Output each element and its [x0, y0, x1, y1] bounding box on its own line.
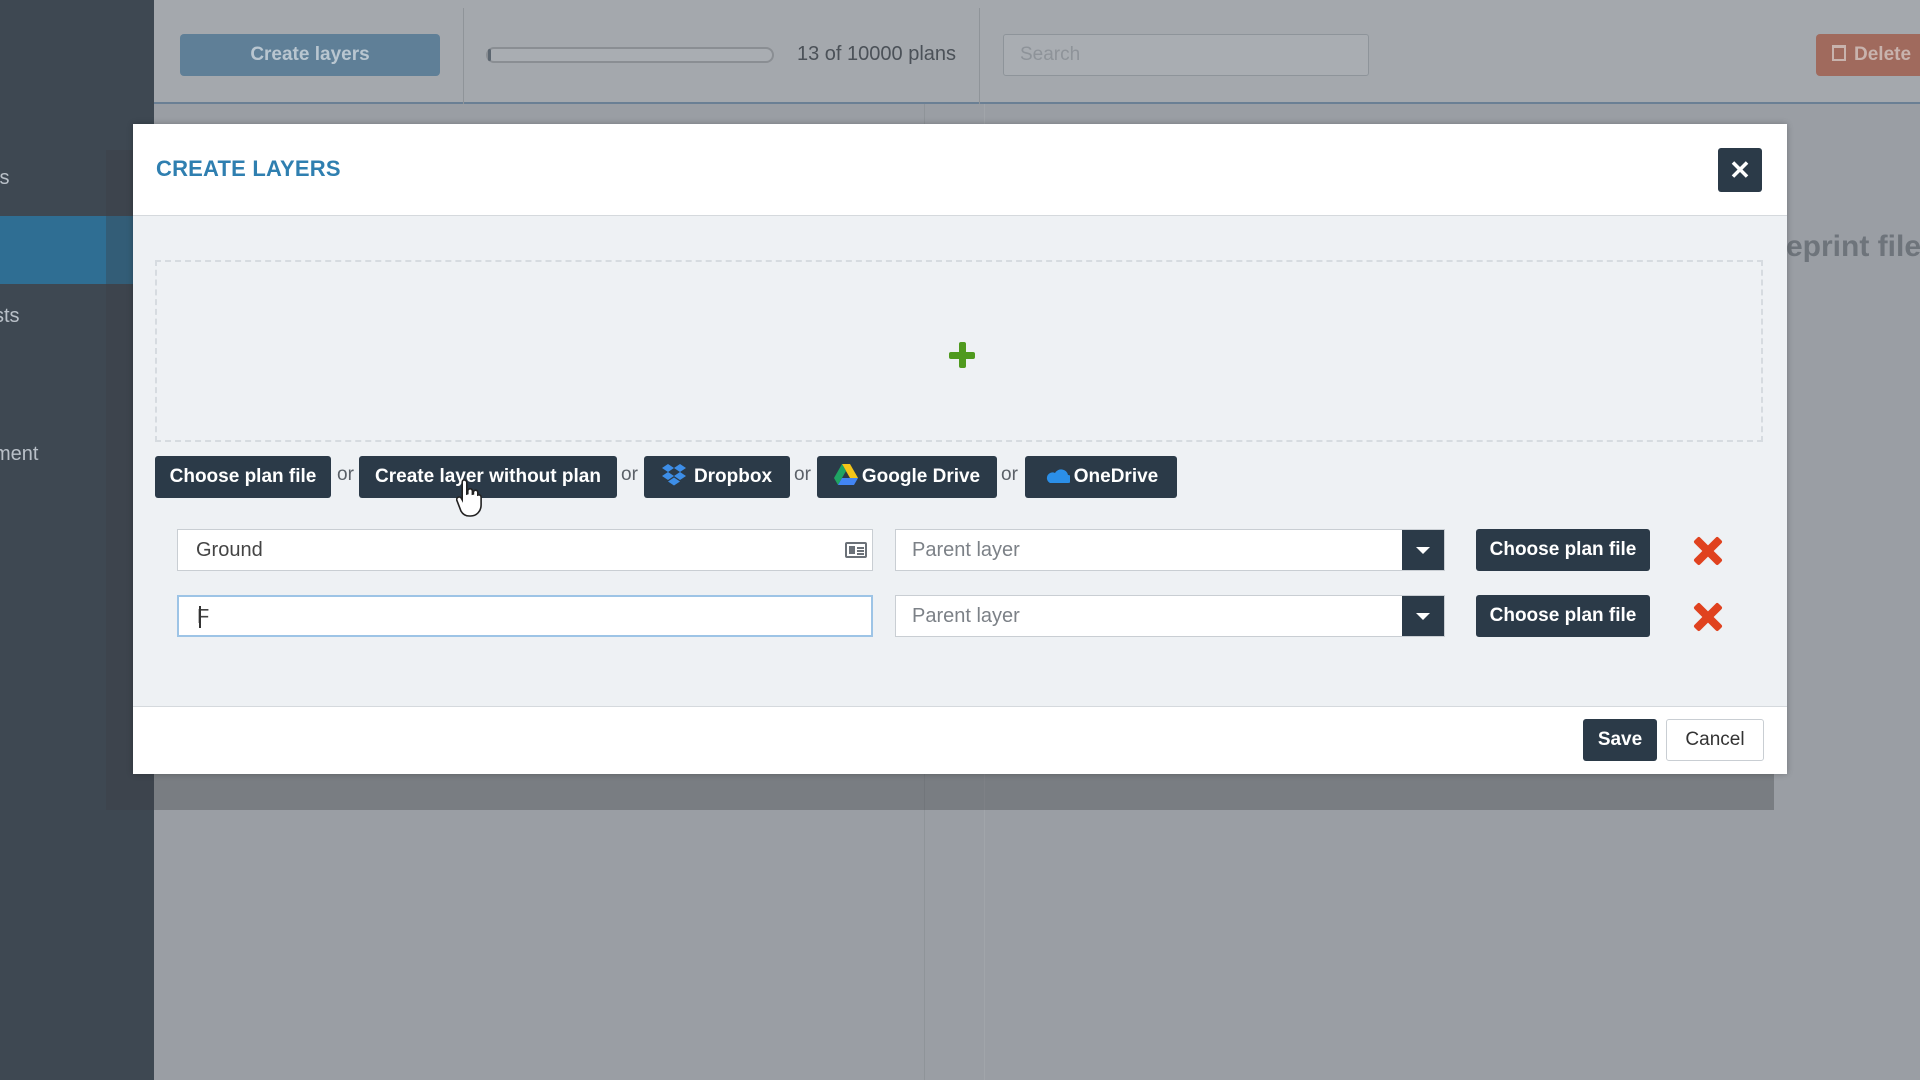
google-drive-icon [833, 463, 858, 485]
chevron-down-icon[interactable] [1402, 596, 1444, 636]
plan-dropzone[interactable] [155, 260, 1763, 442]
or-separator: or [1001, 464, 1018, 485]
toolbar-divider [463, 8, 464, 104]
google-drive-label: Google Drive [861, 466, 981, 487]
parent-layer-placeholder: Parent layer [912, 605, 1020, 627]
or-separator: or [621, 464, 638, 485]
plans-count: 13 of 10000 plans [797, 43, 957, 65]
close-icon: ✕ [1729, 155, 1751, 185]
layer-row: F Parent layer Choose plan file [133, 595, 1787, 639]
create-layer-without-plan-button[interactable]: Create layer without plan [359, 456, 617, 498]
parent-layer-select[interactable]: Parent layer [895, 529, 1445, 571]
delete-button[interactable]: Delete [1816, 34, 1920, 76]
dialog-title: CREATE LAYERS [156, 156, 341, 181]
or-separator: or [337, 464, 354, 485]
text-caret [199, 606, 201, 628]
onedrive-label: OneDrive [1073, 466, 1159, 487]
onedrive-button[interactable]: OneDrive [1025, 456, 1177, 498]
dropbox-button[interactable]: Dropbox [644, 456, 790, 498]
onedrive-icon [1046, 469, 1070, 483]
trash-icon [1832, 44, 1846, 61]
plans-progress-fill [488, 49, 491, 61]
layer-row: Ground Parent layer Choose plan file [133, 529, 1787, 573]
contact-card-icon [845, 542, 867, 558]
dropbox-icon [661, 463, 686, 486]
dialog-body: Choose plan file or Create layer without… [133, 216, 1787, 706]
layer-name-input[interactable]: F [177, 595, 873, 637]
save-button[interactable]: Save [1583, 719, 1657, 761]
cancel-button[interactable]: Cancel [1666, 719, 1764, 761]
or-separator: or [794, 464, 811, 485]
remove-layer-icon[interactable] [1693, 536, 1723, 566]
plans-progress-bar [486, 47, 774, 63]
create-layers-button[interactable]: Create layers [180, 34, 440, 76]
search-input[interactable]: Search [1003, 34, 1369, 76]
sidebar-item-label: ts [0, 167, 10, 189]
close-button[interactable]: ✕ [1718, 148, 1762, 192]
delete-label: Delete [1854, 44, 1912, 65]
parent-layer-select[interactable]: Parent layer [895, 595, 1445, 637]
layer-name-input[interactable]: Ground [177, 529, 873, 571]
top-toolbar: Create layers 13 of 10000 plans Search D… [154, 0, 1920, 104]
parent-layer-placeholder: Parent layer [912, 539, 1020, 561]
chevron-down-icon[interactable] [1402, 530, 1444, 570]
create-layers-dialog: CREATE LAYERS ✕ Choose plan file or Crea… [133, 124, 1787, 774]
sidebar-item-label: sts [0, 305, 20, 327]
hand-cursor-icon [456, 479, 482, 517]
plus-icon[interactable] [949, 342, 975, 368]
remove-layer-icon[interactable] [1693, 602, 1723, 632]
toolbar-divider [979, 8, 980, 104]
dropbox-label: Dropbox [693, 466, 773, 487]
row-choose-plan-file-button[interactable]: Choose plan file [1476, 529, 1650, 571]
row-choose-plan-file-button[interactable]: Choose plan file [1476, 595, 1650, 637]
google-drive-button[interactable]: Google Drive [817, 456, 997, 498]
dialog-footer: Save Cancel [133, 706, 1787, 774]
sidebar-item-label: ment [0, 443, 39, 465]
dialog-header: CREATE LAYERS ✕ [133, 124, 1787, 216]
blueprint-hint: eprint file [1786, 230, 1920, 263]
choose-plan-file-button[interactable]: Choose plan file [155, 456, 331, 498]
